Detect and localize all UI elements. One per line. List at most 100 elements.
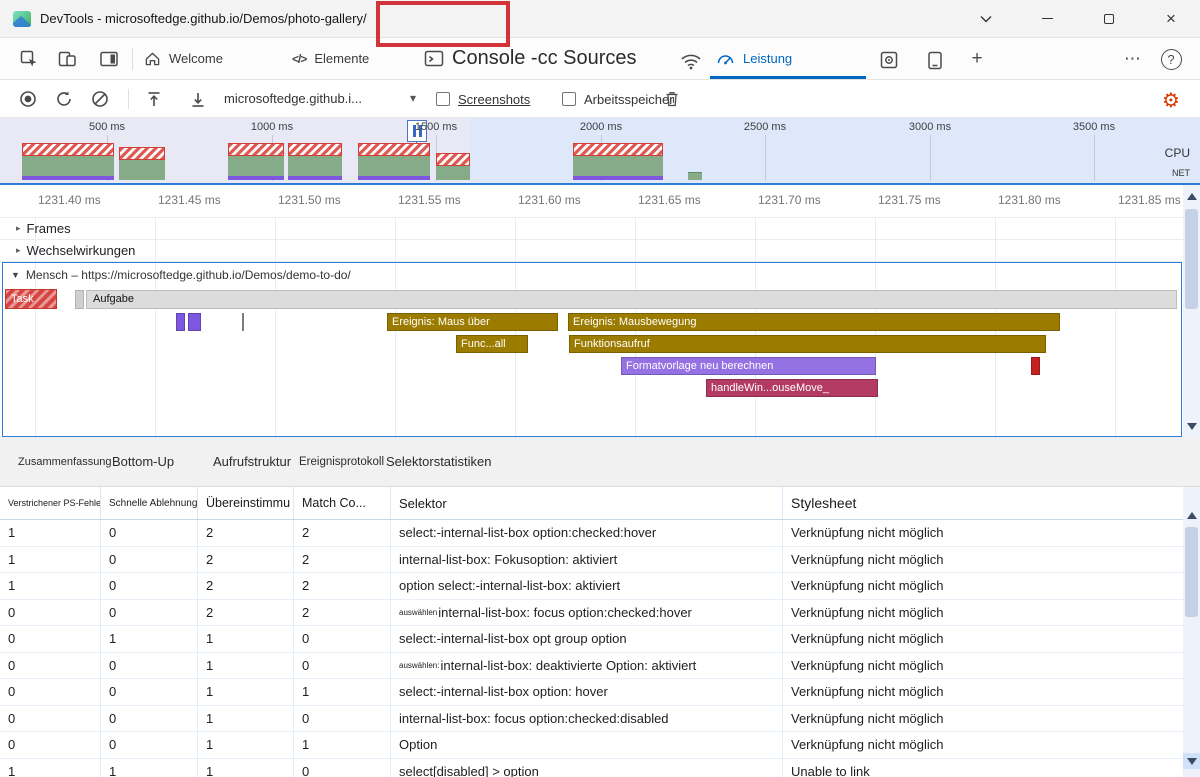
flame-event-bar[interactable]: Func...all xyxy=(456,335,528,353)
table-row[interactable]: 1022select:-internal-list-box option:che… xyxy=(0,520,1183,547)
tab-elements-label: Elemente xyxy=(314,51,369,66)
bottom-tab-zusammenfassung[interactable]: Zusammenfassung xyxy=(18,437,112,486)
device-emulation-icon[interactable] xyxy=(920,45,950,75)
cell-number: 0 xyxy=(100,600,197,626)
clear-button[interactable] xyxy=(86,85,114,113)
scroll-down-icon[interactable] xyxy=(1183,418,1200,434)
scroll-down-icon[interactable] xyxy=(1183,753,1200,769)
track-interactions[interactable]: ▸ Wechselwirkungen xyxy=(0,240,1183,262)
screenshots-checkbox[interactable] xyxy=(436,92,450,106)
ruler-tick-label: 1231.75 ms xyxy=(878,193,941,207)
track-main-thread[interactable]: ▼ Mensch – https://microsoftedge.github.… xyxy=(2,262,1182,437)
customize-devtools-icon[interactable] xyxy=(874,45,904,75)
timeline-scrollbar[interactable] xyxy=(1183,185,1200,437)
target-dropdown[interactable]: microsoftedge.github.i... xyxy=(224,91,362,106)
table-row[interactable]: 1022internal-list-box: Fokusoption: akti… xyxy=(0,547,1183,574)
flame-event-bar[interactable] xyxy=(188,313,201,331)
expand-arrow-icon[interactable]: ▸ xyxy=(16,245,21,256)
cell-number: 0 xyxy=(0,732,100,758)
cell-number: 2 xyxy=(293,520,390,546)
overview-strip[interactable]: CPU NET 500 ms1000 ms1500 ms2000 ms2500 … xyxy=(0,118,1200,185)
network-icon[interactable] xyxy=(676,46,706,76)
cell-number: 0 xyxy=(0,706,100,732)
device-toolbar-icon[interactable] xyxy=(52,44,82,74)
table-row[interactable]: 1110select[disabled] > optionUnable to l… xyxy=(0,759,1183,777)
table-row[interactable]: 0110select:-internal-list-box opt group … xyxy=(0,626,1183,653)
minimize-button[interactable] xyxy=(1024,0,1070,37)
flame-event-bar[interactable]: handleWin...ouseMove_ xyxy=(706,379,878,397)
cpu-activity-blob xyxy=(688,172,702,180)
trash-icon[interactable] xyxy=(658,85,686,113)
inspect-icon[interactable] xyxy=(14,44,44,74)
scrollbar-thumb[interactable] xyxy=(1185,527,1198,617)
tab-welcome-label: Welcome xyxy=(169,51,223,66)
column-header[interactable]: Übereinstimmu xyxy=(197,487,293,519)
devtools-logo-icon xyxy=(12,9,32,29)
cell-number: 1 xyxy=(0,759,100,777)
column-header[interactable]: Stylesheet xyxy=(782,487,1183,519)
bottom-tab-bottom-up[interactable]: Bottom-Up xyxy=(112,437,174,486)
overview-time-label: 2000 ms xyxy=(580,121,622,133)
help-button[interactable]: ? xyxy=(1156,44,1186,74)
tab-performance[interactable]: Leistung xyxy=(716,38,792,79)
flame-event-bar[interactable]: Funktionsaufruf xyxy=(569,335,1046,353)
save-profile-icon[interactable] xyxy=(184,85,212,113)
bottom-tab-ereignisprotokoll[interactable]: Ereignisprotokoll xyxy=(299,437,384,486)
cell-number: 2 xyxy=(293,573,390,599)
maximize-button[interactable] xyxy=(1086,0,1132,37)
add-tab-button[interactable]: + xyxy=(962,44,992,74)
flame-event-bar[interactable]: Ereignis: Maus über xyxy=(387,313,558,331)
chevron-down-icon[interactable]: ▾ xyxy=(410,91,416,105)
dock-chevron-button[interactable] xyxy=(963,0,1009,37)
cell-stylesheet: Verknüpfung nicht möglich xyxy=(782,706,1183,732)
table-row[interactable]: 0011OptionVerknüpfung nicht möglich xyxy=(0,732,1183,759)
close-button[interactable]: × xyxy=(1148,0,1194,37)
reload-record-button[interactable] xyxy=(50,85,78,113)
flame-event-bar[interactable] xyxy=(1031,357,1040,375)
tab-welcome[interactable]: Welcome xyxy=(144,38,223,79)
table-row[interactable]: 0010auswählen: internal-list-box: deakti… xyxy=(0,653,1183,680)
screenshots-label[interactable]: Screenshots xyxy=(458,92,530,107)
dock-side-icon[interactable] xyxy=(94,44,124,74)
tab-performance-label: Leistung xyxy=(743,51,792,66)
table-row[interactable]: 0010internal-list-box: focus option:chec… xyxy=(0,706,1183,733)
table-row[interactable]: 0011select:-internal-list-box option: ho… xyxy=(0,679,1183,706)
track-frames[interactable]: ▸ Frames xyxy=(0,218,1183,240)
table-row[interactable]: 1022option select:-internal-list-box: ak… xyxy=(0,573,1183,600)
selector-prefix: auswählen xyxy=(399,608,437,617)
tab-console-sources[interactable]: Console -cc Sources xyxy=(424,38,637,79)
bottom-tab-aufrufstruktur[interactable]: Aufrufstruktur xyxy=(213,437,291,486)
scroll-up-icon[interactable] xyxy=(1183,507,1200,523)
cell-stylesheet: Verknüpfung nicht möglich xyxy=(782,679,1183,705)
more-options-button[interactable]: ⋯ xyxy=(1118,44,1148,74)
purple-activity xyxy=(288,176,342,180)
bottom-tab-selektorstatistiken[interactable]: Selektorstatistiken xyxy=(386,437,492,486)
expand-arrow-icon[interactable]: ▸ xyxy=(16,223,21,234)
cell-number: 0 xyxy=(0,600,100,626)
cell-selector: Option xyxy=(390,732,782,758)
load-profile-icon[interactable] xyxy=(140,85,168,113)
flame-event-bar[interactable]: Formatvorlage neu berechnen xyxy=(621,357,876,375)
tabbar-divider xyxy=(132,48,133,70)
table-scrollbar[interactable] xyxy=(1183,487,1200,777)
cell-stylesheet: Verknüpfung nicht möglich xyxy=(782,626,1183,652)
flame-event-bar[interactable] xyxy=(242,313,244,331)
column-header[interactable]: Verstrichener PS-Fehler xyxy=(0,487,100,519)
column-header[interactable]: Match Co... xyxy=(293,487,390,519)
flame-event-bar[interactable]: Ereignis: Mausbewegung xyxy=(568,313,1060,331)
scroll-up-icon[interactable] xyxy=(1183,188,1200,204)
flame-event-bar[interactable] xyxy=(176,313,185,331)
ruler-tick-label: 1231.70 ms xyxy=(758,193,821,207)
scrollbar-thumb[interactable] xyxy=(1185,209,1198,309)
table-row[interactable]: 0022auswähleninternal-list-box: focus op… xyxy=(0,600,1183,627)
record-button[interactable] xyxy=(14,85,42,113)
column-header[interactable]: Selektor xyxy=(390,487,782,519)
memory-checkbox[interactable] xyxy=(562,92,576,106)
tab-elements[interactable]: </> Elemente xyxy=(292,38,369,79)
column-header[interactable]: Schnelle Ablehnung xyxy=(100,487,197,519)
cell-stylesheet: Verknüpfung nicht möglich xyxy=(782,547,1183,573)
capture-settings-gear-icon[interactable]: ⚙ xyxy=(1156,86,1186,114)
overview-time-label: 3500 ms xyxy=(1073,121,1115,133)
minimize-icon xyxy=(1042,18,1053,19)
timeline-ruler[interactable]: 1231.40 ms1231.45 ms1231.50 ms1231.55 ms… xyxy=(0,185,1183,218)
